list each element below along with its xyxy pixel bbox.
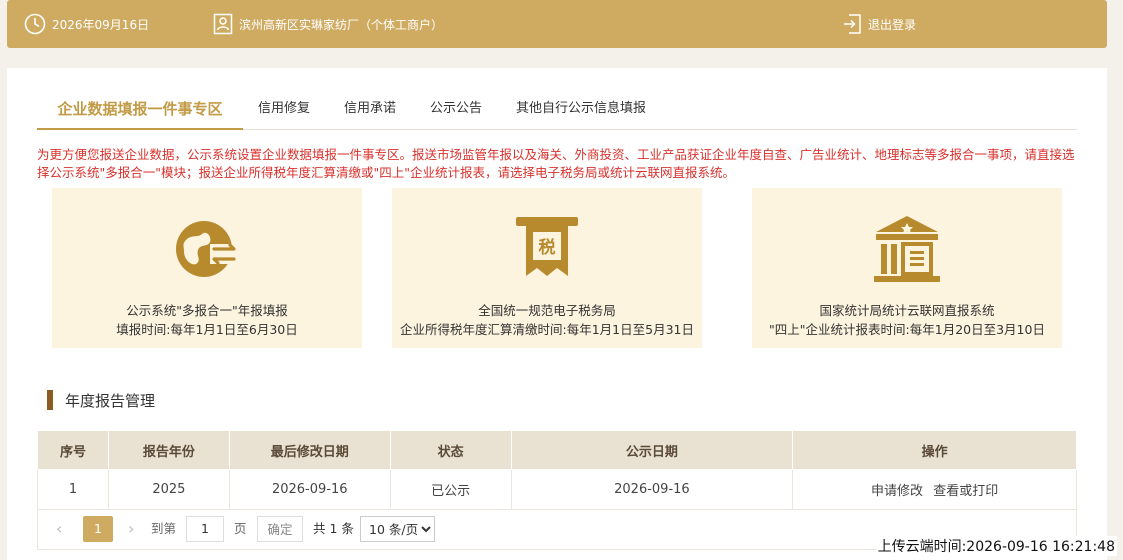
apply-modify-link[interactable]: 申请修改 [871, 484, 923, 499]
next-page-button[interactable]: › [128, 516, 134, 542]
logout-button[interactable]: 退出登录 [842, 12, 916, 36]
col-header-status: 状态 [389, 430, 512, 470]
notice-text: 为更方便您报送企业数据，公示系统设置企业数据填报一件事专区。报送市场监管年报以及… [37, 147, 1075, 180]
svg-text:税: 税 [539, 237, 556, 258]
card-subtitle: "四上"企业统计报表时间:每年1月20日至3月10日 [769, 322, 1045, 337]
tax-icon: 税 [512, 214, 582, 284]
tab-other-disclosures[interactable]: 其他自行公示信息填报 [516, 90, 646, 130]
date-text: 2026年09月16日 [52, 17, 150, 32]
tab-bar: 企业数据填报一件事专区 信用修复 信用承诺 公示公告 其他自行公示信息填报 [37, 90, 1077, 130]
cell-status: 已公示 [390, 469, 512, 510]
total-count: 共 1 条 [313, 521, 354, 536]
globe-arrows-icon [172, 214, 242, 284]
page-unit-label: 页 [234, 521, 247, 536]
user-badge-icon [213, 13, 233, 35]
card-subtitle: 企业所得税年度汇算清缴时间:每年1月1日至5月31日 [400, 322, 694, 337]
goto-confirm-button[interactable]: 确定 [257, 516, 303, 542]
tab-credit-commitment[interactable]: 信用承诺 [344, 90, 396, 130]
card-multi-report[interactable]: 公示系统"多报合一"年报填报 填报时间:每年1月1日至6月30日 [52, 188, 362, 348]
upload-time: 上传云端时间:2026-09-16 16:21:48 [875, 536, 1117, 556]
logout-icon [842, 13, 862, 35]
tab-credit-repair[interactable]: 信用修复 [258, 90, 310, 130]
card-title: 国家统计局统计云联网直报系统 [819, 303, 995, 318]
cell-publish-date: 2026-09-16 [511, 469, 794, 510]
section-marker [47, 390, 53, 410]
card-title: 公示系统"多报合一"年报填报 [126, 303, 288, 318]
cell-actions: 申请修改 查看或打印 [792, 469, 1077, 510]
section-title: 年度报告管理 [47, 390, 155, 410]
cell-no: 1 [37, 469, 109, 510]
card-statistics-system[interactable]: 国家统计局统计云联网直报系统 "四上"企业统计报表时间:每年1月20日至3月10… [752, 188, 1062, 348]
table-header-row: 序号 报告年份 最后修改日期 状态 公示日期 操作 [37, 430, 1077, 470]
tab-enterprise-data[interactable]: 企业数据填报一件事专区 [37, 90, 243, 130]
page-size-select[interactable]: 10 条/页 [360, 516, 435, 542]
col-header-year: 报告年份 [107, 430, 230, 470]
col-header-actions: 操作 [792, 430, 1077, 470]
date-display: 2026年09月16日 [24, 12, 149, 36]
bank-building-icon [872, 214, 942, 284]
main-panel: 企业数据填报一件事专区 信用修复 信用承诺 公示公告 其他自行公示信息填报 为更… [7, 68, 1107, 560]
section-title-text: 年度报告管理 [65, 391, 156, 410]
tab-announcements[interactable]: 公示公告 [430, 90, 482, 130]
page-number-current[interactable]: 1 [83, 516, 113, 542]
cell-modified: 2026-09-16 [229, 469, 391, 510]
top-header-bar: 2026年09月16日 滨州高新区实琳家纺厂（个体工商户） 退出登录 [7, 0, 1107, 48]
card-e-tax-bureau[interactable]: 税 全国统一规范电子税务局 企业所得税年度汇算清缴时间:每年1月1日至5月31日 [392, 188, 702, 348]
goto-page-input[interactable] [186, 516, 224, 542]
annual-report-table: 序号 报告年份 最后修改日期 状态 公示日期 操作 1 2025 2026-09… [37, 430, 1077, 510]
view-print-link[interactable]: 查看或打印 [933, 484, 998, 499]
table-row: 1 2025 2026-09-16 已公示 2026-09-16 申请修改 查看… [37, 469, 1077, 510]
logout-label: 退出登录 [868, 17, 917, 32]
prev-page-button[interactable]: ‹ [56, 516, 62, 542]
company-name: 滨州高新区实琳家纺厂（个体工商户） [239, 17, 444, 32]
cell-year: 2025 [108, 469, 230, 510]
col-header-publish-date: 公示日期 [510, 430, 794, 470]
goto-label: 到第 [151, 521, 177, 536]
card-title: 全国统一规范电子税务局 [478, 303, 616, 318]
col-header-modified: 最后修改日期 [228, 430, 391, 470]
col-header-no: 序号 [37, 430, 109, 470]
clock-icon [24, 13, 46, 35]
card-subtitle: 填报时间:每年1月1日至6月30日 [116, 322, 298, 337]
company-display: 滨州高新区实琳家纺厂（个体工商户） [213, 12, 443, 36]
